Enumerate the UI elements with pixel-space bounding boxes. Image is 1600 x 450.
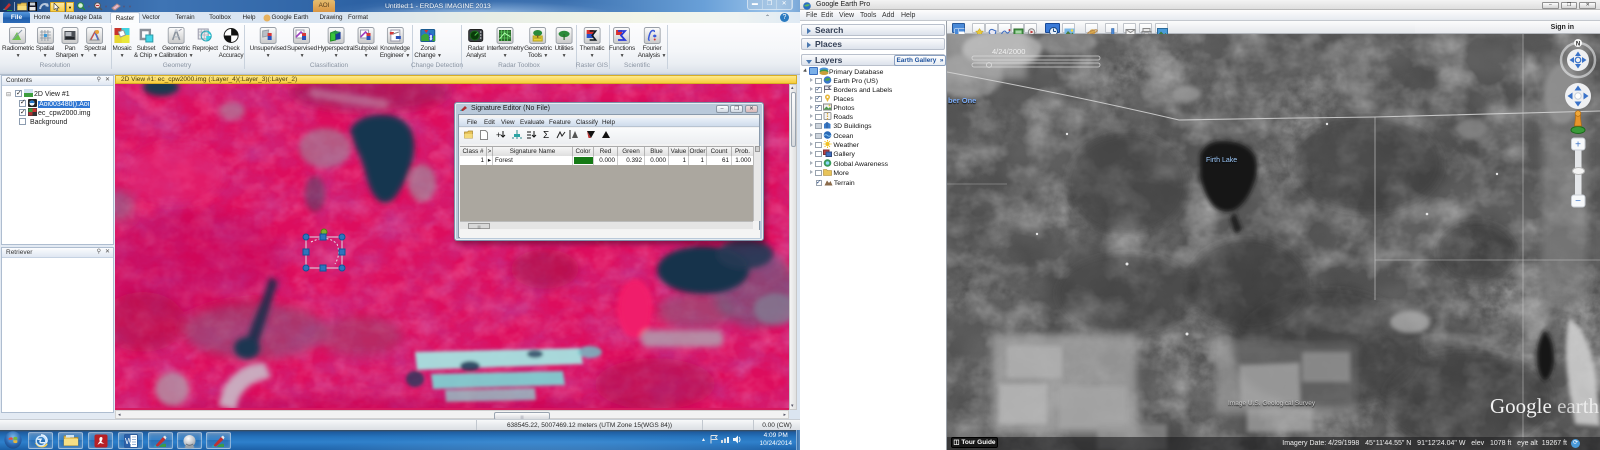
svg-text:+: + xyxy=(1575,140,1581,151)
svg-text:4/24/2000: 4/24/2000 xyxy=(992,47,1025,56)
svg-text:W: W xyxy=(125,437,133,446)
svg-text:Σ: Σ xyxy=(543,130,549,140)
svg-text:N: N xyxy=(1576,42,1580,48)
svg-text:+: + xyxy=(496,130,501,140)
svg-text:−: − xyxy=(1575,196,1581,207)
